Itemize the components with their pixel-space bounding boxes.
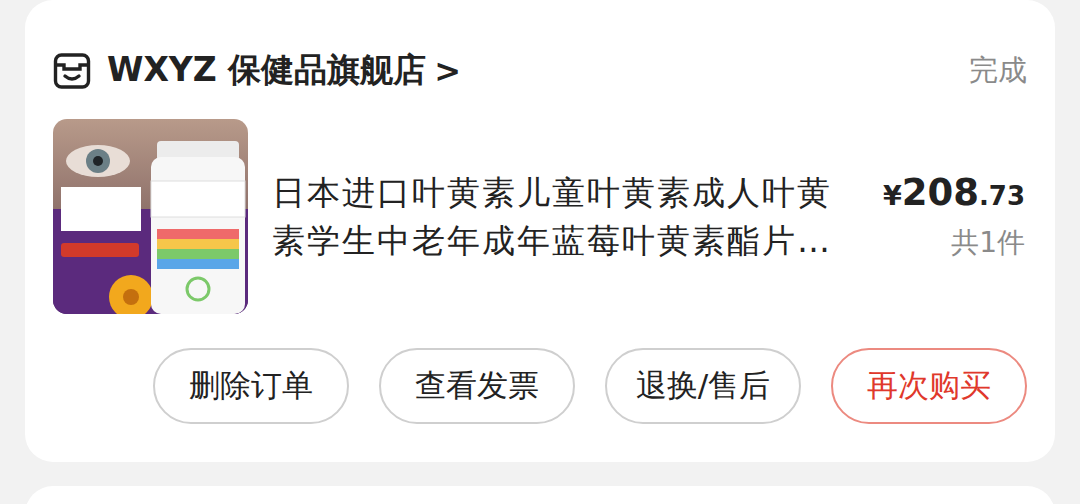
price-integer: 208 (902, 171, 979, 214)
product-row[interactable]: 日本进口叶黄素儿童叶黄素成人叶黄素学生中老年成年蓝莓叶黄素酯片… ¥208.73 共… (53, 119, 1027, 314)
price-column: ¥208.73 共1件 (883, 171, 1027, 262)
order-status: 完成 (969, 51, 1027, 91)
product-title[interactable]: 日本进口叶黄素儿童叶黄素成人叶黄素学生中老年成年蓝莓叶黄素酯片… (272, 172, 859, 261)
store-name-group: WXYZ 保健品旗舰店> (107, 48, 461, 93)
chevron-icon[interactable]: > (434, 52, 461, 90)
next-order-card (25, 486, 1055, 504)
product-image[interactable] (53, 119, 248, 314)
action-button[interactable]: 删除订单 (153, 348, 349, 424)
price-currency: ¥ (883, 180, 902, 211)
action-buttons: 删除订单查看发票退换/售后再次购买 (53, 348, 1027, 424)
product-title-line[interactable]: 日本进口叶黄素儿童叶黄素成人叶黄 (272, 172, 859, 213)
product-title-line[interactable]: 素学生中老年成年蓝莓叶黄素酯片… (272, 220, 859, 261)
action-button[interactable]: 查看发票 (379, 348, 575, 424)
product-price: ¥208.73 (883, 171, 1025, 214)
action-button[interactable]: 退换/售后 (605, 348, 801, 424)
action-button[interactable]: 再次购买 (831, 348, 1027, 424)
price-decimal: .73 (979, 181, 1025, 211)
store-icon (53, 52, 91, 90)
store-link[interactable]: WXYZ 保健品旗舰店> (53, 48, 969, 93)
order-header: WXYZ 保健品旗舰店> 完成 (53, 48, 1027, 93)
order-card: WXYZ 保健品旗舰店> 完成日本进口叶黄素儿童叶黄素成人叶黄素学生中老年成年蓝莓… (25, 0, 1055, 462)
item-count: 共1件 (951, 224, 1025, 262)
store-name[interactable]: WXYZ 保健品旗舰店 (107, 48, 426, 93)
